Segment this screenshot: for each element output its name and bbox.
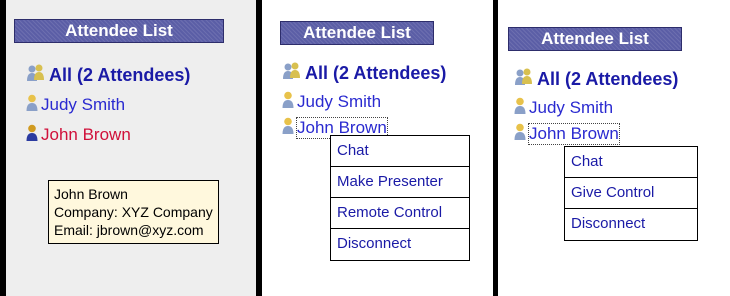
attendee-all-label: All (2 Attendees) xyxy=(305,63,447,83)
person-icon xyxy=(282,91,294,113)
person-icon xyxy=(514,97,526,119)
attendee-item-focused[interactable]: John Brown xyxy=(514,123,620,145)
context-menu: Chat Make Presenter Remote Control Disco… xyxy=(330,135,470,261)
attendee-all-item[interactable]: All (2 Attendees) xyxy=(514,68,678,91)
attendee-all-label: All (2 Attendees) xyxy=(49,65,191,85)
group-icon xyxy=(26,64,46,87)
tooltip-email: Email: jbrown@xyz.com xyxy=(54,222,204,238)
attendee-item-selected[interactable]: John Brown xyxy=(26,124,131,146)
attendee-name: John Brown xyxy=(41,125,131,144)
menu-item-chat[interactable]: Chat xyxy=(331,136,469,167)
attendee-panel-presenter-menu: Attendee List All (2 Attendees) Judy Smi… xyxy=(262,0,498,296)
attendee-all-item[interactable]: All (2 Attendees) xyxy=(26,64,190,87)
attendee-all-item[interactable]: All (2 Attendees) xyxy=(282,62,446,85)
attendee-item[interactable]: Judy Smith xyxy=(26,94,125,116)
attendee-name: Judy Smith xyxy=(529,98,614,117)
menu-item-disconnect[interactable]: Disconnect xyxy=(331,229,469,260)
attendee-item[interactable]: Judy Smith xyxy=(282,91,381,113)
person-icon xyxy=(26,124,38,146)
attendee-panel-control-menu: Attendee List All (2 Attendees) Judy Smi… xyxy=(498,0,730,296)
menu-item-remote-control[interactable]: Remote Control xyxy=(331,198,469,229)
panel-title: Attendee List xyxy=(14,19,224,43)
person-icon xyxy=(514,123,526,145)
group-icon xyxy=(514,68,534,91)
person-icon xyxy=(26,94,38,116)
panel-title: Attendee List xyxy=(280,21,434,45)
menu-item-give-control[interactable]: Give Control xyxy=(565,178,697,209)
menu-item-make-presenter[interactable]: Make Presenter xyxy=(331,167,469,198)
person-icon xyxy=(282,117,294,139)
attendee-name: John Brown xyxy=(528,123,620,145)
attendee-name: Judy Smith xyxy=(297,92,382,111)
attendee-tooltip: John Brown Company: XYZ Company Email: j… xyxy=(48,180,219,244)
attendee-all-label: All (2 Attendees) xyxy=(537,69,679,89)
attendee-item[interactable]: Judy Smith xyxy=(514,97,613,119)
menu-item-chat[interactable]: Chat xyxy=(565,147,697,178)
panel-title: Attendee List xyxy=(508,27,682,51)
group-icon xyxy=(282,62,302,85)
menu-item-disconnect[interactable]: Disconnect xyxy=(565,209,697,240)
context-menu: Chat Give Control Disconnect xyxy=(564,146,698,241)
tooltip-name: John Brown xyxy=(54,186,128,202)
tooltip-company: Company: XYZ Company xyxy=(54,204,213,220)
attendee-name: Judy Smith xyxy=(41,95,126,114)
attendee-panel-tooltip: Attendee List All (2 Attendees) Judy Smi… xyxy=(0,0,262,296)
